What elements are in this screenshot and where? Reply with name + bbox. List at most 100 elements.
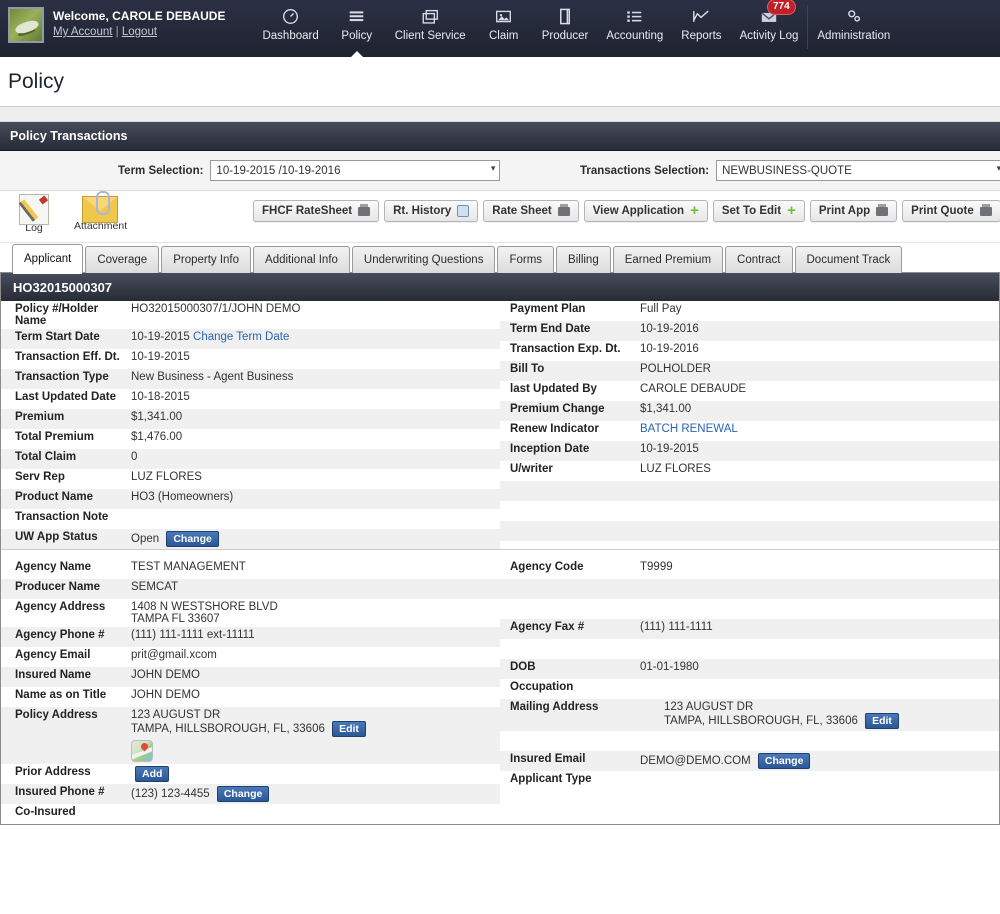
edit-button[interactable]: Edit — [332, 721, 366, 737]
logout-link[interactable]: Logout — [122, 26, 157, 38]
spacer-row — [500, 639, 999, 659]
field-label: Total Premium — [15, 431, 95, 443]
nav-item-client-service[interactable]: Client Service — [386, 0, 475, 57]
field-row: Serv Rep LUZ FLORES — [1, 469, 500, 489]
fhcf-ratesheet-button[interactable]: FHCF RateSheet — [253, 200, 380, 222]
tab-property-info[interactable]: Property Info — [161, 246, 252, 273]
field-value-line: POLHOLDER — [640, 363, 711, 375]
nav-item-activity-log[interactable]: 774 Activity Log — [731, 0, 808, 57]
field-row: Agency Fax # (111) 111-1111 — [500, 619, 999, 639]
field-value: CAROLE DEBAUDE — [640, 383, 999, 395]
tab-applicant[interactable]: Applicant — [12, 244, 84, 274]
tab-billing[interactable]: Billing — [556, 246, 611, 273]
field-value: HO32015000307/1/JOHN DEMO — [131, 303, 500, 315]
field-value-line: BATCH RENEWAL — [640, 423, 991, 435]
selection-row: Term Selection: 10-19-2015 /10-19-2016 T… — [0, 151, 1000, 191]
tab-underwriting-questions[interactable]: Underwriting Questions — [351, 246, 496, 273]
field-value-line: TEST MANAGEMENT — [131, 561, 246, 573]
change-button[interactable]: Change — [166, 531, 219, 547]
tab-label: Property Info — [173, 254, 240, 266]
field-value: (123) 123-4455 Change — [131, 786, 500, 802]
nav-item-label: Policy — [341, 30, 373, 42]
user-links: My Account | Logout — [53, 26, 225, 38]
tab-label: Underwriting Questions — [363, 254, 484, 266]
field-value-line: 10-19-2016 — [640, 323, 699, 335]
field-value: 10-18-2015 — [131, 391, 500, 403]
term-selection-dropdown[interactable]: 10-19-2015 /10-19-2016 — [210, 160, 501, 181]
field-label: Name as on Title — [15, 689, 107, 701]
field-label: Agency Email — [15, 649, 91, 661]
field-value-line: 123 AUGUST DR — [131, 709, 221, 721]
term-selection-label: Term Selection: — [118, 164, 204, 177]
field-value-line: JOHN DEMO — [131, 689, 200, 701]
field-label: Payment Plan — [510, 303, 586, 315]
printer-icon — [557, 203, 570, 216]
search-icon — [457, 205, 470, 217]
google-maps-icon[interactable] — [131, 740, 153, 762]
set-to-edit-button[interactable]: Set To Edit + — [712, 200, 805, 222]
spacer-row — [500, 501, 999, 521]
print-quote-button[interactable]: Print Quote — [902, 200, 1000, 222]
field-value-line: 10-19-2015 — [131, 351, 190, 363]
field-row: Renew Indicator BATCH RENEWAL — [500, 421, 999, 441]
edit-button[interactable]: Edit — [865, 713, 899, 729]
nav-item-policy[interactable]: Policy — [328, 0, 386, 58]
nav-item-accounting[interactable]: Accounting — [597, 0, 672, 57]
section-divider — [1, 549, 999, 559]
tab-coverage[interactable]: Coverage — [85, 246, 160, 273]
nav-item-reports[interactable]: Reports — [672, 0, 730, 57]
field-label: Agency Phone # — [15, 629, 105, 641]
tab-label: Contract — [737, 254, 781, 266]
field-value: HO3 (Homeowners) — [131, 491, 500, 503]
field-row: Agency Address 1408 N WESTSHORE BLVD TAMP… — [1, 599, 500, 627]
field-label: Mailing Address — [510, 701, 599, 713]
nav-item-producer[interactable]: Producer — [533, 0, 598, 57]
field-label: Agency Fax # — [510, 621, 585, 633]
toolbar-icon-group: Log Attachment — [8, 191, 127, 234]
tab-strip: Applicant Coverage Property Info Additional… — [0, 243, 1000, 274]
rt-history-button[interactable]: Rt. History — [384, 200, 479, 222]
nav-item-claim[interactable]: Claim — [475, 0, 533, 57]
field-link[interactable]: Change Term Date — [193, 331, 289, 343]
field-value: DEMO@DEMO.COM Change — [640, 753, 999, 769]
change-button[interactable]: Change — [216, 786, 270, 802]
transactions-selection-group: Transactions Selection: NEWBUSINESS-QUOT… — [580, 160, 1000, 181]
attachment-button[interactable]: Attachment — [74, 191, 127, 234]
field-value: 10-19-2016 — [640, 343, 999, 355]
rate-sheet-button[interactable]: Rate Sheet — [483, 200, 579, 222]
tab-earned-premium[interactable]: Earned Premium — [612, 246, 724, 273]
tab-document-track[interactable]: Document Track — [794, 246, 903, 273]
field-row: Premium Change $1,341.00 — [500, 401, 999, 421]
field-row: Agency Code T9999 — [500, 559, 999, 579]
policy-info-grid: Policy #/Holder Name HO32015000307/1/JOHN… — [1, 301, 999, 549]
field-label: Producer Name — [15, 581, 101, 593]
field-value-line: SEMCAT — [131, 581, 179, 593]
printer-icon — [979, 203, 992, 216]
field-value-line: Open Change — [131, 531, 492, 547]
button-label: Rate Sheet — [492, 205, 552, 217]
field-label: Agency Name — [15, 561, 92, 573]
view-application-button[interactable]: View Application + — [583, 200, 708, 222]
button-label: Set To Edit — [721, 205, 782, 217]
tab-additional-info[interactable]: Additional Info — [253, 246, 350, 273]
tab-forms[interactable]: Forms — [497, 246, 555, 273]
field-value: (111) 111-1111 ext-11111 — [131, 629, 500, 641]
field-value: $1,341.00 — [131, 411, 500, 423]
tab-contract[interactable]: Contract — [725, 246, 793, 273]
field-label: Prior Address — [15, 766, 91, 778]
add-button[interactable]: Add — [135, 766, 170, 782]
nav-item-dashboard[interactable]: Dashboard — [253, 0, 327, 57]
my-account-link[interactable]: My Account — [53, 26, 112, 38]
field-link[interactable]: BATCH RENEWAL — [640, 423, 738, 435]
nav-item-administration[interactable]: Administration — [808, 0, 899, 57]
log-button[interactable]: Log — [8, 194, 60, 234]
change-button[interactable]: Change — [757, 753, 811, 769]
policy-transactions-header: Policy Transactions — [0, 122, 1000, 151]
field-value: T9999 — [640, 561, 999, 573]
transactions-selection-dropdown[interactable]: NEWBUSINESS-QUOTE — [716, 160, 1000, 181]
field-value: JOHN DEMO — [131, 669, 500, 681]
chart-line-icon — [681, 6, 721, 27]
print-app-button[interactable]: Print App — [809, 200, 898, 222]
link-separator: | — [115, 26, 119, 38]
nav-item-label: Client Service — [394, 30, 466, 42]
